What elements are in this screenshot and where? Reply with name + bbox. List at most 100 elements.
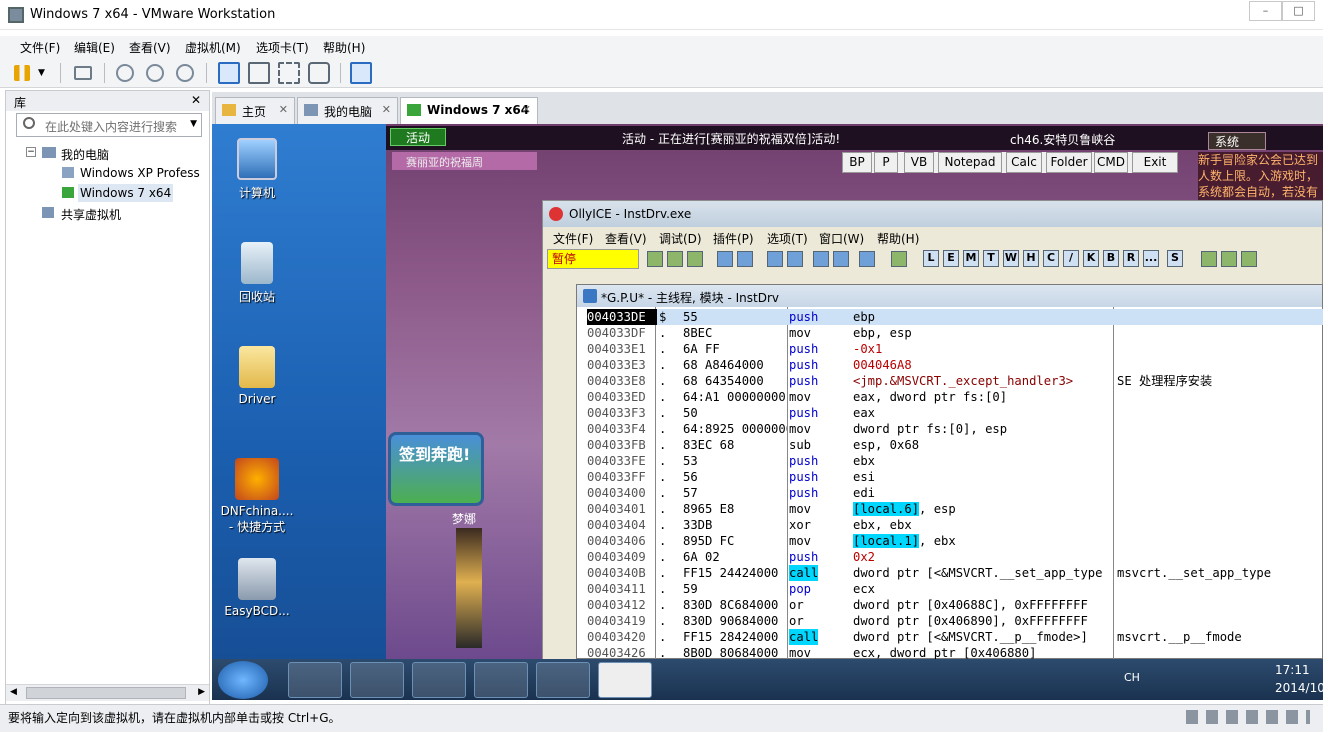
plugin-calc[interactable]: Calc bbox=[1006, 152, 1042, 173]
minimize-button[interactable]: – bbox=[1249, 1, 1282, 21]
disasm-row[interactable]: 00403409. 6A 02 push 0x2 bbox=[587, 549, 1323, 565]
scroll-thumb[interactable] bbox=[26, 687, 186, 699]
plugin-p[interactable]: P bbox=[874, 152, 898, 173]
system-button[interactable]: 系统 bbox=[1208, 132, 1266, 150]
window-k-button[interactable]: K bbox=[1083, 250, 1099, 267]
scroll-left-icon[interactable]: ◀ bbox=[10, 687, 17, 697]
sidebar-view-icon[interactable] bbox=[218, 62, 240, 84]
disasm-row[interactable]: 004033DF. 8BEC mov ebp, esp bbox=[587, 325, 1323, 341]
desktop-icon-dnf[interactable]: DNFchina.... - 快捷方式 bbox=[212, 458, 302, 535]
console-view-icon[interactable] bbox=[248, 62, 270, 84]
run-icon[interactable] bbox=[717, 251, 733, 267]
disasm-row[interactable]: 00403401. 8965 E8 mov [local.6], esp bbox=[587, 501, 1323, 517]
olly-menu-window[interactable]: 窗口(W) bbox=[819, 230, 864, 247]
network-icon[interactable] bbox=[74, 66, 92, 80]
desktop-icon-recycle[interactable]: 回收站 bbox=[212, 242, 302, 305]
tree-my-computer[interactable]: 我的电脑 bbox=[61, 146, 109, 163]
library-view-icon[interactable] bbox=[350, 62, 372, 84]
trace-over-icon[interactable] bbox=[833, 251, 849, 267]
tab-my-computer[interactable]: 我的电脑 ✕ bbox=[297, 97, 398, 124]
disasm-row[interactable]: 00403406. 895D FC mov [local.1], ebx bbox=[587, 533, 1323, 549]
desktop-icon-driver[interactable]: Driver bbox=[212, 346, 302, 406]
olly-menu-debug[interactable]: 调试(D) bbox=[659, 230, 702, 247]
taskbar-ie[interactable] bbox=[288, 662, 342, 698]
window-more-button[interactable]: ... bbox=[1143, 250, 1159, 267]
window-r-button[interactable]: R bbox=[1123, 250, 1139, 267]
menu-help[interactable]: 帮助(H) bbox=[323, 39, 365, 56]
close-icon[interactable] bbox=[687, 251, 703, 267]
restart-icon[interactable] bbox=[667, 251, 683, 267]
taskbar-explorer[interactable] bbox=[350, 662, 404, 698]
tab-home[interactable]: 主页 ✕ bbox=[215, 97, 295, 124]
window-e-button[interactable]: E bbox=[943, 250, 959, 267]
window-h-button[interactable]: H bbox=[1023, 250, 1039, 267]
plugin-cmd[interactable]: CMD bbox=[1094, 152, 1128, 173]
trace-into-icon[interactable] bbox=[813, 251, 829, 267]
start-button[interactable] bbox=[218, 661, 268, 699]
collapse-icon[interactable]: − bbox=[26, 147, 36, 157]
library-scrollbar[interactable]: ◀ ▶ bbox=[6, 684, 209, 701]
tree-win7[interactable]: Windows 7 x64 bbox=[78, 184, 174, 202]
plugin-vb[interactable]: VB bbox=[904, 152, 934, 173]
grid-icon[interactable] bbox=[1221, 251, 1237, 267]
disasm-row[interactable]: 00403400. 57 push edi bbox=[587, 485, 1323, 501]
search-input[interactable]: 在此处键入内容进行搜索 bbox=[45, 118, 177, 135]
olly-menu-options[interactable]: 选项(T) bbox=[767, 230, 808, 247]
menu-view[interactable]: 查看(V) bbox=[129, 39, 171, 56]
taskbar-ollyice[interactable] bbox=[598, 662, 652, 698]
window-s-button[interactable]: S bbox=[1167, 250, 1183, 267]
disasm-row[interactable]: 00403404. 33DB xor ebx, ebx bbox=[587, 517, 1323, 533]
window-c-button[interactable]: C bbox=[1043, 250, 1059, 267]
step-over-icon[interactable] bbox=[787, 251, 803, 267]
disasm-row[interactable]: 00403411. 59 pop ecx bbox=[587, 581, 1323, 597]
olly-menu-view[interactable]: 查看(V) bbox=[605, 230, 647, 247]
maximize-button[interactable]: □ bbox=[1282, 1, 1315, 21]
disasm-row[interactable]: 004033E8. 68 64354000 push <jmp.&MSVCRT._ex… bbox=[587, 373, 1323, 389]
disasm-row[interactable]: 004033FB. 83EC 68 sub esp, 0x68 bbox=[587, 437, 1323, 453]
menu-file[interactable]: 文件(F) bbox=[20, 39, 60, 56]
window-w-button[interactable]: W bbox=[1003, 250, 1019, 267]
vm-console[interactable]: 计算机 回收站 Driver DNFchina.... - 快捷方式 EasyB… bbox=[212, 124, 1323, 700]
language-indicator[interactable]: CH bbox=[1124, 671, 1140, 684]
disasm-row[interactable]: 004033DE $55 push ebp bbox=[587, 309, 1323, 325]
pause-icon[interactable] bbox=[14, 65, 30, 81]
dropdown-icon[interactable]: ▼ bbox=[38, 62, 50, 84]
disasm-row[interactable]: 00403419. 830D 90684000 or dword ptr [0x406… bbox=[587, 613, 1323, 629]
olly-menu-file[interactable]: 文件(F) bbox=[553, 230, 593, 247]
disasm-row[interactable]: 004033FF. 56 push esi bbox=[587, 469, 1323, 485]
scroll-right-icon[interactable]: ▶ bbox=[198, 687, 205, 697]
tree-winxp[interactable]: Windows XP Profess bbox=[80, 166, 200, 180]
pause-icon[interactable] bbox=[737, 251, 753, 267]
help-icon[interactable] bbox=[1241, 251, 1257, 267]
checkin-badge[interactable]: 签到奔跑! bbox=[388, 432, 484, 506]
window-t-button[interactable]: T bbox=[983, 250, 999, 267]
disasm-row[interactable]: 004033F4. 64:8925 00000000mov dword ptr fs… bbox=[587, 421, 1323, 437]
list-icon[interactable] bbox=[1201, 251, 1217, 267]
disasm-row[interactable]: 0040340B. FF15 24424000 call dword ptr [<&M… bbox=[587, 565, 1323, 581]
close-tab-icon[interactable]: ✕ bbox=[522, 103, 531, 116]
taskbar-dnf[interactable] bbox=[536, 662, 590, 698]
snapshot-icon[interactable] bbox=[116, 64, 134, 82]
disasm-row[interactable]: 004033E3. 68 A8464000 push 004046A8 bbox=[587, 357, 1323, 373]
plugin-folder[interactable]: Folder bbox=[1046, 152, 1092, 173]
taskbar-app[interactable] bbox=[474, 662, 528, 698]
close-tab-icon[interactable]: ✕ bbox=[279, 103, 288, 116]
disasm-row[interactable]: 004033FE. 53 push ebx bbox=[587, 453, 1323, 469]
menu-vm[interactable]: 虚拟机(M) bbox=[185, 39, 241, 56]
close-tab-icon[interactable]: ✕ bbox=[382, 103, 391, 116]
taskbar-media[interactable] bbox=[412, 662, 466, 698]
disasm-row[interactable]: 004033F3. 50 push eax bbox=[587, 405, 1323, 421]
olly-menu-help[interactable]: 帮助(H) bbox=[877, 230, 919, 247]
goto-icon[interactable] bbox=[891, 251, 907, 267]
fullscreen-icon[interactable] bbox=[278, 62, 300, 84]
step-into-icon[interactable] bbox=[767, 251, 783, 267]
execute-till-return-icon[interactable] bbox=[859, 251, 875, 267]
library-search[interactable]: 在此处键入内容进行搜索 ▼ bbox=[16, 113, 202, 137]
plugin-exit[interactable]: Exit bbox=[1132, 152, 1178, 173]
disasm-row[interactable]: 004033E1. 6A FF push -0x1 bbox=[587, 341, 1323, 357]
close-library-icon[interactable]: ✕ bbox=[191, 93, 201, 107]
tab-win7[interactable]: Windows 7 x64 ✕ bbox=[400, 97, 538, 125]
menu-edit[interactable]: 编辑(E) bbox=[74, 39, 115, 56]
tree-shared[interactable]: 共享虚拟机 bbox=[61, 206, 121, 223]
plugin-notepad[interactable]: Notepad bbox=[938, 152, 1002, 173]
